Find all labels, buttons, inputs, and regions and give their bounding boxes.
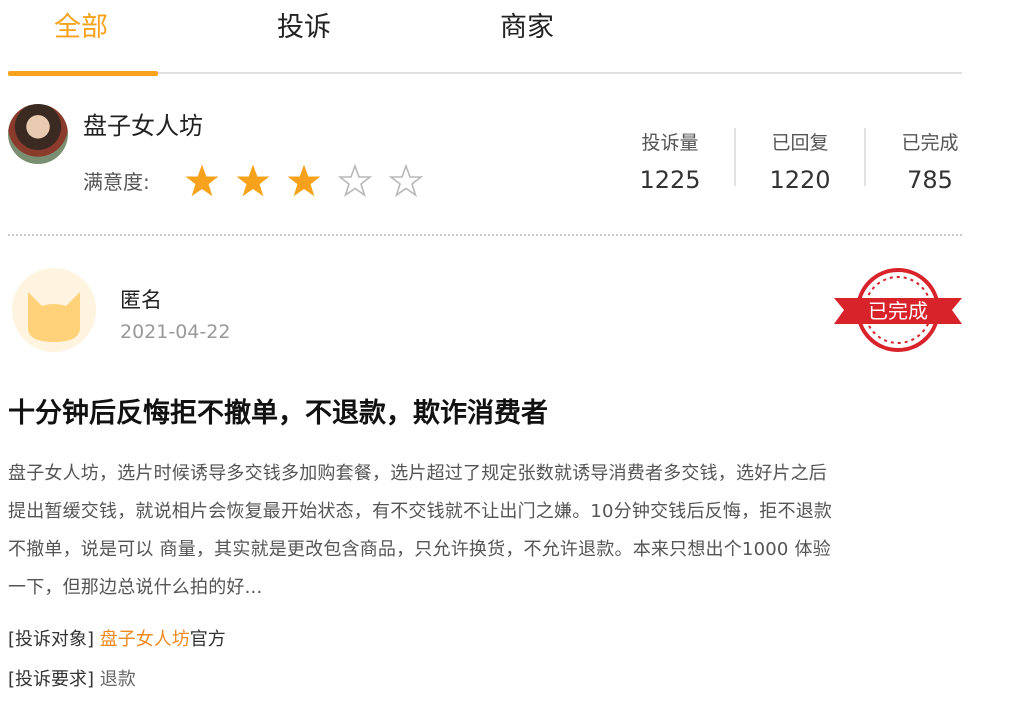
stamp-icon: 已完成 [834,268,962,352]
stat-value: 1225 [639,166,701,194]
anonymous-cat-avatar [12,268,96,352]
satisfaction-label: 满意度: [83,170,150,194]
stat-label: 已回复 [771,132,829,154]
complaint-page: 全部 投诉 商家 盘子女人坊 满意度: 投诉量 1225 已回复 1220 已完… [0,0,1022,706]
complaint-target-link[interactable]: 盘子女人坊 [100,629,190,650]
completed-stamp: 已完成 [832,264,964,356]
merchant-name[interactable]: 盘子女人坊 [83,110,203,142]
body-line: 盘子女人坊，选片时候诱导多交钱多加购套餐，选片超过了规定张数就诱导消费者多交钱，… [8,463,827,484]
stat-completed-count: 已完成 785 [870,130,990,196]
stat-replied-count: 已回复 1220 [740,130,860,196]
star-empty-icon [338,164,372,197]
star-filled-icon [287,164,321,197]
complaint-body: 盘子女人坊，选片时候诱导多交钱多加购套餐，选片超过了规定张数就诱导消费者多交钱，… [8,455,966,607]
star-filled-icon [236,164,270,197]
complaint-target-suffix: 官方 [189,629,226,650]
body-line: 提出暂缓交钱，就说相片会恢复最开始状态，有不交钱就不让出门之嫌。10分钟交钱后反… [8,501,833,522]
complainant-name: 匿名 [120,288,162,312]
complaint-request-value: 退款 [99,669,136,690]
complaint-request-label: [投诉要求] [8,669,95,690]
tab-merchants[interactable]: 商家 [500,10,554,46]
section-divider [8,234,962,236]
tab-all[interactable]: 全部 [54,10,108,46]
cat-icon [28,292,80,342]
tab-active-indicator [8,71,158,76]
stat-divider [864,128,866,186]
complaint-title[interactable]: 十分钟后反悔拒不撤单，不退款，欺诈消费者 [8,396,548,432]
complaint-request-row: [投诉要求] 退款 [8,666,136,694]
complaint-target-row: [投诉对象] 盘子女人坊官方 [8,626,226,654]
merchant-avatar [8,104,68,164]
body-line: 一下，但那边总说什么拍的好... [8,577,263,598]
merchant-card[interactable]: 盘子女人坊 满意度: 投诉量 1225 已回复 1220 已完成 785 [8,102,962,202]
stamp-label: 已完成 [868,299,928,323]
tab-complaints[interactable]: 投诉 [277,10,331,46]
complaint-target-label: [投诉对象] [8,629,95,650]
complaint-date: 2021-04-22 [120,321,231,343]
stat-value: 785 [907,166,953,194]
body-line: 不撤单，说是可以 商量，其实就是更改包含商品，只允许换货，不允许退款。本来只想出… [8,539,831,560]
stat-divider [734,128,736,186]
tab-bar: 全部 投诉 商家 [8,0,962,78]
star-filled-icon [185,164,219,197]
stat-label: 投诉量 [641,132,699,154]
stat-value: 1220 [769,166,831,194]
star-empty-icon [389,164,423,197]
stat-complaint-count: 投诉量 1225 [610,130,730,196]
stat-label: 已完成 [901,132,959,154]
